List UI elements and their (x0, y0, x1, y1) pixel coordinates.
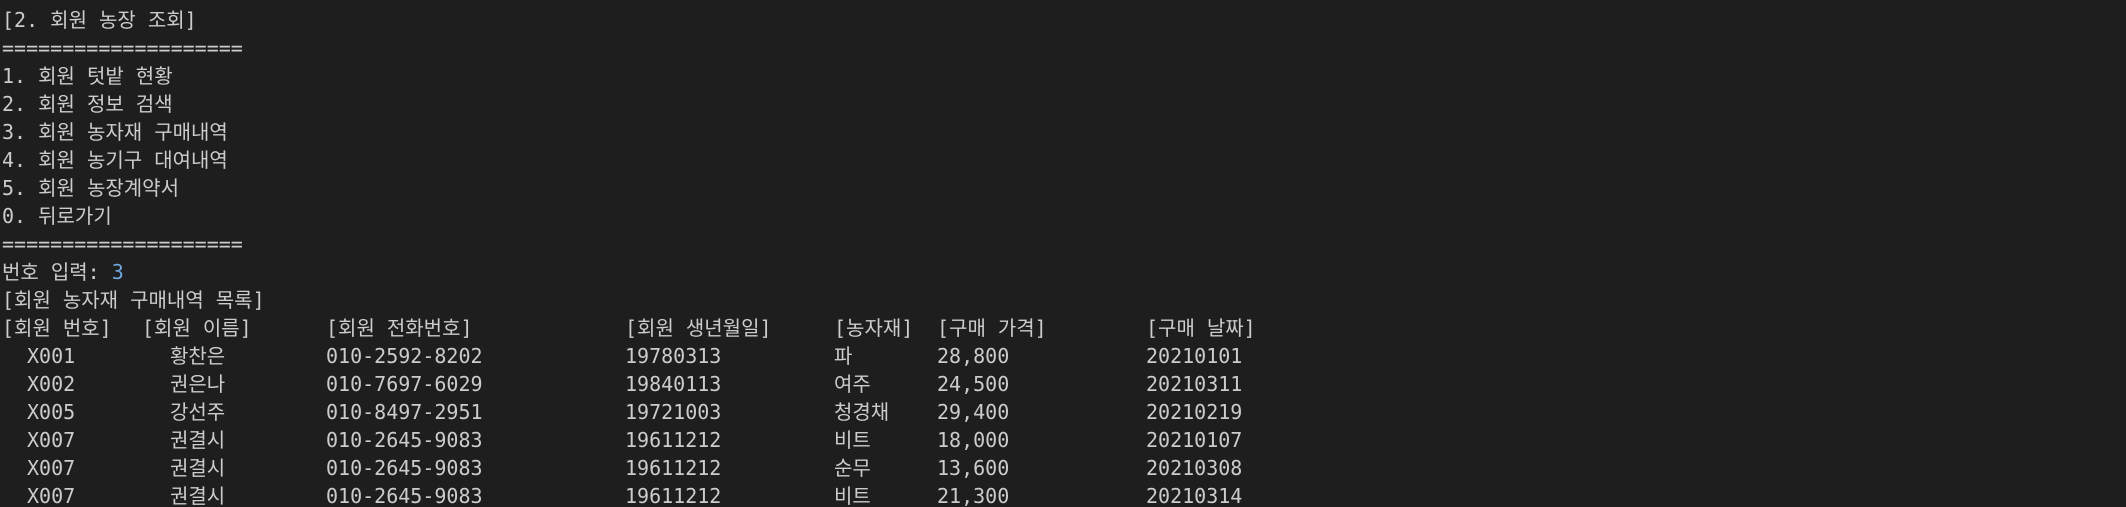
cell-member-birth: 19780313 (625, 344, 722, 368)
list-title: [회원 농자재 구매내역 목록] (2, 288, 265, 312)
cell-date: 20210219 (1146, 400, 1243, 424)
cell-member-id: X005 (27, 400, 76, 424)
header-member-phone: [회원 전화번호] (326, 316, 473, 340)
header-material: [농자재] (834, 316, 914, 340)
cell-material: 비트 (834, 484, 871, 507)
cell-date: 20210101 (1146, 344, 1243, 368)
menu-item-0: 0. 뒤로가기 (2, 204, 112, 228)
cell-price: 24,500 (937, 372, 1010, 396)
input-prompt[interactable]: 번호 입력: 3 (2, 258, 124, 286)
cell-member-name: 권은나 (170, 372, 226, 396)
menu-item-4: 4. 회원 농기구 대여내역 (2, 148, 228, 172)
header-member-birth: [회원 생년월일] (625, 316, 772, 340)
cell-member-birth: 19611212 (625, 484, 722, 507)
cell-member-id: X007 (27, 428, 76, 452)
cell-price: 21,300 (937, 484, 1010, 507)
cell-member-name: 황찬은 (170, 344, 226, 368)
prompt-label: 번호 입력: (2, 260, 112, 284)
cell-member-birth: 19721003 (625, 400, 722, 424)
cell-member-birth: 19611212 (625, 456, 722, 480)
cell-price: 28,800 (937, 344, 1010, 368)
menu-item-5: 5. 회원 농장계약서 (2, 176, 179, 200)
cell-material: 비트 (834, 428, 871, 452)
cell-date: 20210314 (1146, 484, 1243, 507)
screen-title: [2. 회원 농장 조회] (2, 8, 197, 32)
cell-member-phone: 010-2645-9083 (326, 456, 483, 480)
console-window[interactable]: [2. 회원 농장 조회] ==================== 1. 회원… (0, 0, 2126, 507)
cell-member-birth: 19840113 (625, 372, 722, 396)
cell-material: 순무 (834, 456, 871, 480)
cell-member-phone: 010-7697-6029 (326, 372, 483, 396)
header-price: [구매 가격] (937, 316, 1047, 340)
cell-price: 18,000 (937, 428, 1010, 452)
cell-member-phone: 010-8497-2951 (326, 400, 483, 424)
header-date: [구매 날짜] (1146, 316, 1256, 340)
cell-price: 29,400 (937, 400, 1010, 424)
header-member-id: [회원 번호] (2, 316, 112, 340)
cell-date: 20210311 (1146, 372, 1243, 396)
header-member-name: [회원 이름] (142, 316, 252, 340)
cell-member-id: X007 (27, 456, 76, 480)
cell-material: 파 (834, 344, 853, 368)
cell-member-name: 권결시 (170, 456, 226, 480)
cell-date: 20210308 (1146, 456, 1243, 480)
cell-member-phone: 010-2645-9083 (326, 484, 483, 507)
cell-member-name: 강선주 (170, 400, 226, 424)
cell-member-name: 권결시 (170, 484, 226, 507)
cell-member-birth: 19611212 (625, 428, 722, 452)
separator-bottom: ==================== (2, 232, 243, 256)
cell-member-id: X002 (27, 372, 76, 396)
menu-item-2: 2. 회원 정보 검색 (2, 92, 173, 116)
cell-material: 청경채 (834, 400, 890, 424)
cell-material: 여주 (834, 372, 871, 396)
cell-date: 20210107 (1146, 428, 1243, 452)
cell-member-id: X007 (27, 484, 76, 507)
cell-member-phone: 010-2645-9083 (326, 428, 483, 452)
cell-member-name: 권결시 (170, 428, 226, 452)
menu-item-1: 1. 회원 텃밭 현황 (2, 64, 173, 88)
cell-member-phone: 010-2592-8202 (326, 344, 483, 368)
prompt-value: 3 (111, 260, 124, 284)
menu-item-3: 3. 회원 농자재 구매내역 (2, 120, 228, 144)
cell-price: 13,600 (937, 456, 1010, 480)
separator-top: ==================== (2, 36, 243, 60)
cell-member-id: X001 (27, 344, 76, 368)
